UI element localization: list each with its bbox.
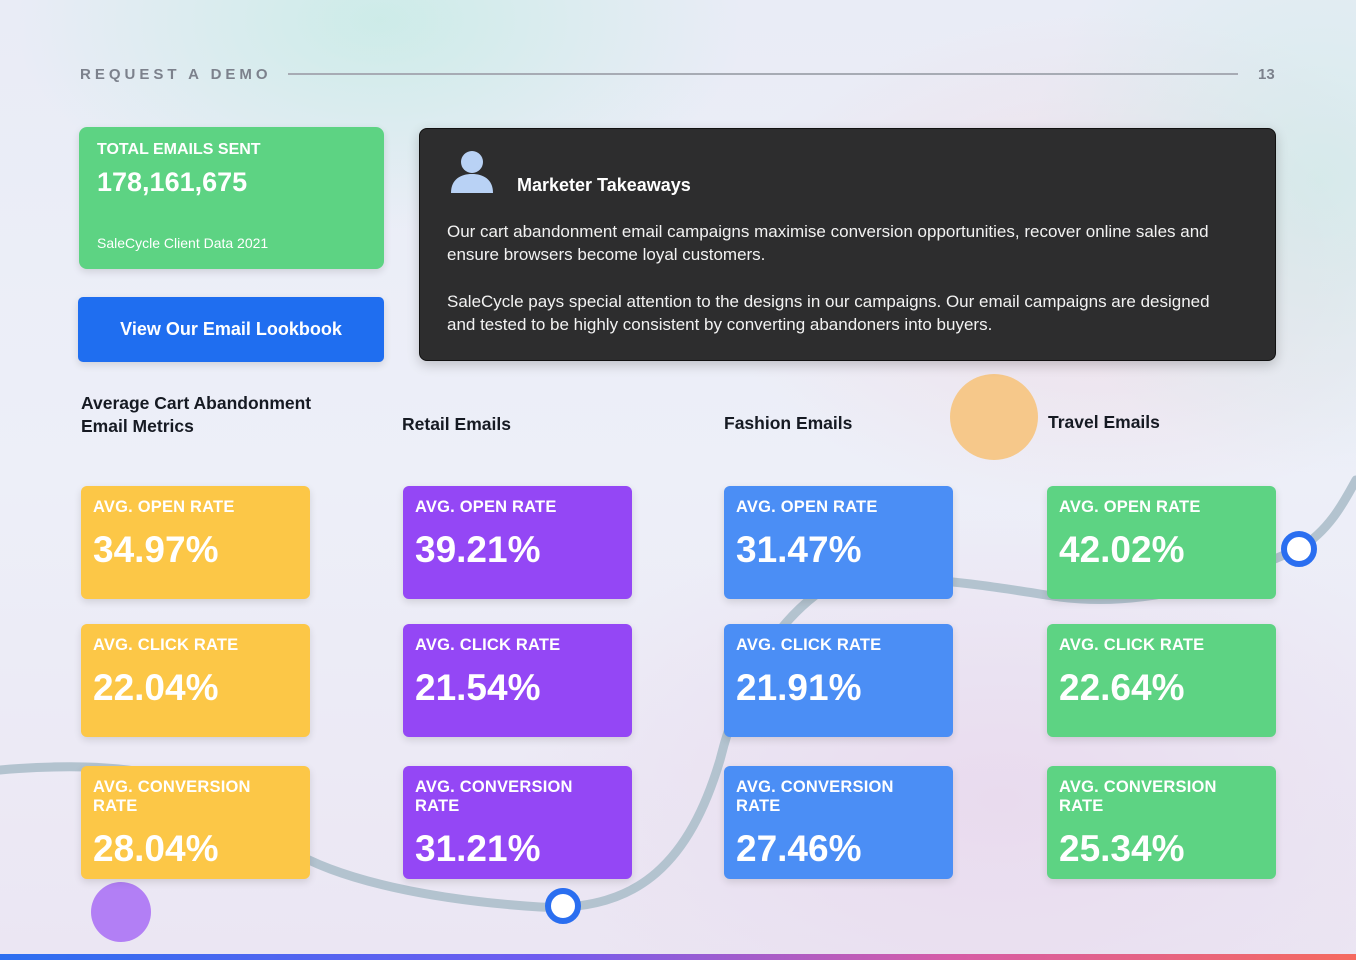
metric-value: 22.64% <box>1059 667 1185 708</box>
metric-label: AVG. CONVERSION RATE <box>1059 778 1217 815</box>
metric-value: 21.54% <box>415 667 541 708</box>
page-number: 13 <box>1258 66 1275 83</box>
column-heading-retail: Retail Emails <box>402 414 511 434</box>
metric-value: 28.04% <box>93 828 219 869</box>
total-emails-card: TOTAL EMAILS SENT 178,161,675 SaleCycle … <box>79 127 384 269</box>
wave-node-icon <box>545 888 581 924</box>
total-emails-source: SaleCycle Client Data 2021 <box>97 235 269 251</box>
metric-label: AVG. CONVERSION RATE <box>93 778 251 815</box>
metric-label: AVG. CLICK RATE <box>1059 636 1205 654</box>
takeaways-paragraph: SaleCycle pays special attention to the … <box>447 292 1210 334</box>
metric-card-fashion-open: AVG. OPEN RATE 31.47% <box>724 486 953 599</box>
column-heading-average: Average Cart Abandonment Email Metrics <box>81 393 312 436</box>
column-heading-travel: Travel Emails <box>1048 412 1160 432</box>
metric-label: AVG. OPEN RATE <box>93 498 235 516</box>
metric-label: AVG. OPEN RATE <box>415 498 557 516</box>
bottom-gradient-bar <box>0 954 1356 960</box>
wave-node-icon <box>1281 531 1317 567</box>
metric-card-travel-conversion: AVG. CONVERSION RATE 25.34% <box>1047 766 1276 879</box>
metric-label: AVG. OPEN RATE <box>1059 498 1201 516</box>
metric-value: 25.34% <box>1059 828 1185 869</box>
column-heading-fashion: Fashion Emails <box>724 413 853 433</box>
decorative-circle <box>91 882 151 942</box>
metric-value: 21.91% <box>736 667 862 708</box>
marketer-takeaways-panel: Marketer Takeaways Our cart abandonment … <box>419 128 1276 361</box>
decorative-circle <box>950 374 1038 460</box>
metric-value: 27.46% <box>736 828 862 869</box>
metric-value: 42.02% <box>1059 529 1185 570</box>
metric-value: 31.47% <box>736 529 862 570</box>
metric-value: 22.04% <box>93 667 219 708</box>
view-lookbook-button[interactable]: View Our Email Lookbook <box>78 297 384 362</box>
metric-card-retail-click: AVG. CLICK RATE 21.54% <box>403 624 632 737</box>
takeaways-paragraph: Our cart abandonment email campaigns max… <box>447 222 1209 264</box>
header-label: REQUEST A DEMO <box>80 66 272 83</box>
metric-card-travel-click: AVG. CLICK RATE 22.64% <box>1047 624 1276 737</box>
person-icon <box>451 151 493 193</box>
header-divider <box>288 73 1238 75</box>
total-emails-value: 178,161,675 <box>97 167 248 197</box>
metric-label: AVG. CLICK RATE <box>736 636 882 654</box>
metric-label: AVG. CONVERSION RATE <box>415 778 573 815</box>
metric-card-fashion-click: AVG. CLICK RATE 21.91% <box>724 624 953 737</box>
metric-label: AVG. OPEN RATE <box>736 498 878 516</box>
metric-label: AVG. CLICK RATE <box>93 636 239 654</box>
metric-value: 31.21% <box>415 828 541 869</box>
metric-value: 39.21% <box>415 529 541 570</box>
metric-card-average-open: AVG. OPEN RATE 34.97% <box>81 486 310 599</box>
metric-value: 34.97% <box>93 529 219 570</box>
metric-label: AVG. CLICK RATE <box>415 636 561 654</box>
metric-card-travel-open: AVG. OPEN RATE 42.02% <box>1047 486 1276 599</box>
metric-card-fashion-conversion: AVG. CONVERSION RATE 27.46% <box>724 766 953 879</box>
metric-card-retail-conversion: AVG. CONVERSION RATE 31.21% <box>403 766 632 879</box>
total-emails-label: TOTAL EMAILS SENT <box>97 141 261 158</box>
takeaways-title: Marketer Takeaways <box>517 175 691 195</box>
metric-card-average-click: AVG. CLICK RATE 22.04% <box>81 624 310 737</box>
metric-card-average-conversion: AVG. CONVERSION RATE 28.04% <box>81 766 310 879</box>
metric-card-retail-open: AVG. OPEN RATE 39.21% <box>403 486 632 599</box>
metric-label: AVG. CONVERSION RATE <box>736 778 894 815</box>
